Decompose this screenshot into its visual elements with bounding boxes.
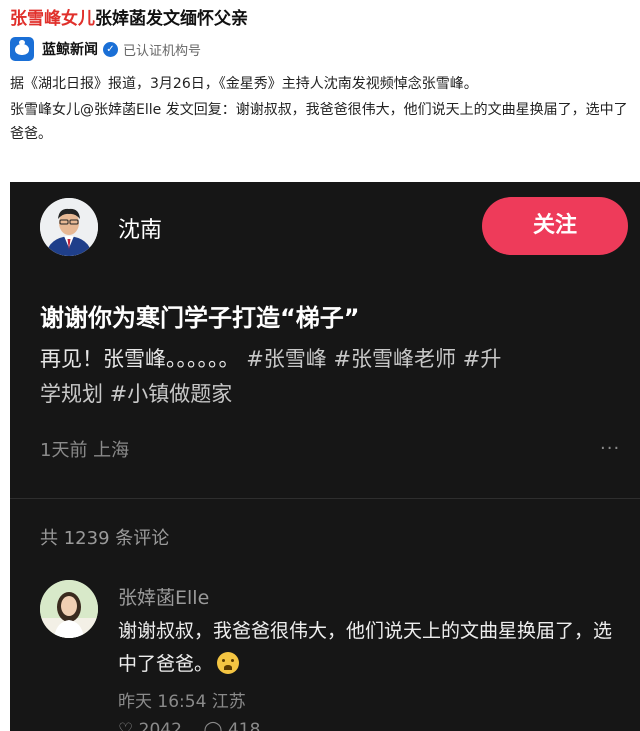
- embedded-post-screenshot: 沈南 关注 谢谢你为寒门学子打造“梯子” 再见！张雪峰。。。。。。 #张雪峰 #…: [10, 182, 640, 731]
- paragraph-1: 据《湖北日报》报道，3月26日，《金星秀》主持人沈南发视频悼念张雪峰。: [10, 76, 478, 92]
- avatar[interactable]: [40, 580, 98, 638]
- article-title: 张雪峰女儿张婞菡发文缅怀父亲: [10, 4, 248, 29]
- reply-icon[interactable]: ◯: [204, 720, 223, 731]
- paragraph-2: 张雪峰女儿@张婞菡Elle 发文回复：谢谢叔叔，我爸爸很伟大，他们说天上的文曲星…: [10, 102, 628, 142]
- avatar[interactable]: [40, 198, 98, 256]
- comments-count: 共 1239 条评论: [40, 528, 170, 549]
- comment-text: 谢谢叔叔，我爸爸很伟大，他们说天上的文曲星换届了，选中了爸爸。: [118, 615, 628, 681]
- source-note: 已认证机构号: [123, 43, 202, 59]
- like-icon[interactable]: ♡: [118, 720, 133, 731]
- logo-icon[interactable]: [10, 37, 34, 61]
- verified-icon: ✓: [103, 41, 118, 57]
- divider: [10, 498, 640, 499]
- post-body-text: 再见！张雪峰。。。。。。: [40, 347, 240, 371]
- comment-text-content: 谢谢叔叔，我爸爸很伟大，他们说天上的文曲星换届了，选中了爸爸。: [118, 620, 613, 675]
- post-meta: 1天前 上海: [40, 440, 130, 461]
- follow-button[interactable]: 关注: [482, 197, 628, 255]
- post-author-name[interactable]: 沈南: [118, 212, 162, 244]
- crying-emoji-icon: [217, 652, 240, 674]
- article-title-highlight: 张雪峰女儿: [10, 9, 95, 29]
- post-title: 谢谢你为寒门学子打造“梯子”: [40, 304, 360, 332]
- commenter-name[interactable]: 张婞菡Elle: [118, 583, 209, 610]
- reply-count: 418: [227, 720, 261, 731]
- comment-meta: 昨天 16:54 江苏: [118, 692, 246, 712]
- like-count: 2042: [138, 720, 182, 731]
- post-hashtags-line1[interactable]: #张雪峰 #张雪峰老师 #升: [246, 347, 501, 371]
- source-row[interactable]: 蓝鲸新闻 ✓ 已认证机构号: [10, 36, 201, 62]
- commenter-portrait: [40, 580, 98, 638]
- more-icon[interactable]: ···: [600, 438, 620, 459]
- source-name[interactable]: 蓝鲸新闻: [42, 39, 98, 59]
- post-hashtags-line2[interactable]: 学规划 #小镇做题家: [40, 382, 232, 406]
- comment-actions: ♡ 2042 ◯ 418: [118, 720, 260, 731]
- host-portrait: [40, 198, 98, 256]
- article-title-rest: 张婞菡发文缅怀父亲: [95, 9, 248, 29]
- post-body: 再见！张雪峰。。。。。。 #张雪峰 #张雪峰老师 #升 学规划 #小镇做题家: [40, 342, 620, 412]
